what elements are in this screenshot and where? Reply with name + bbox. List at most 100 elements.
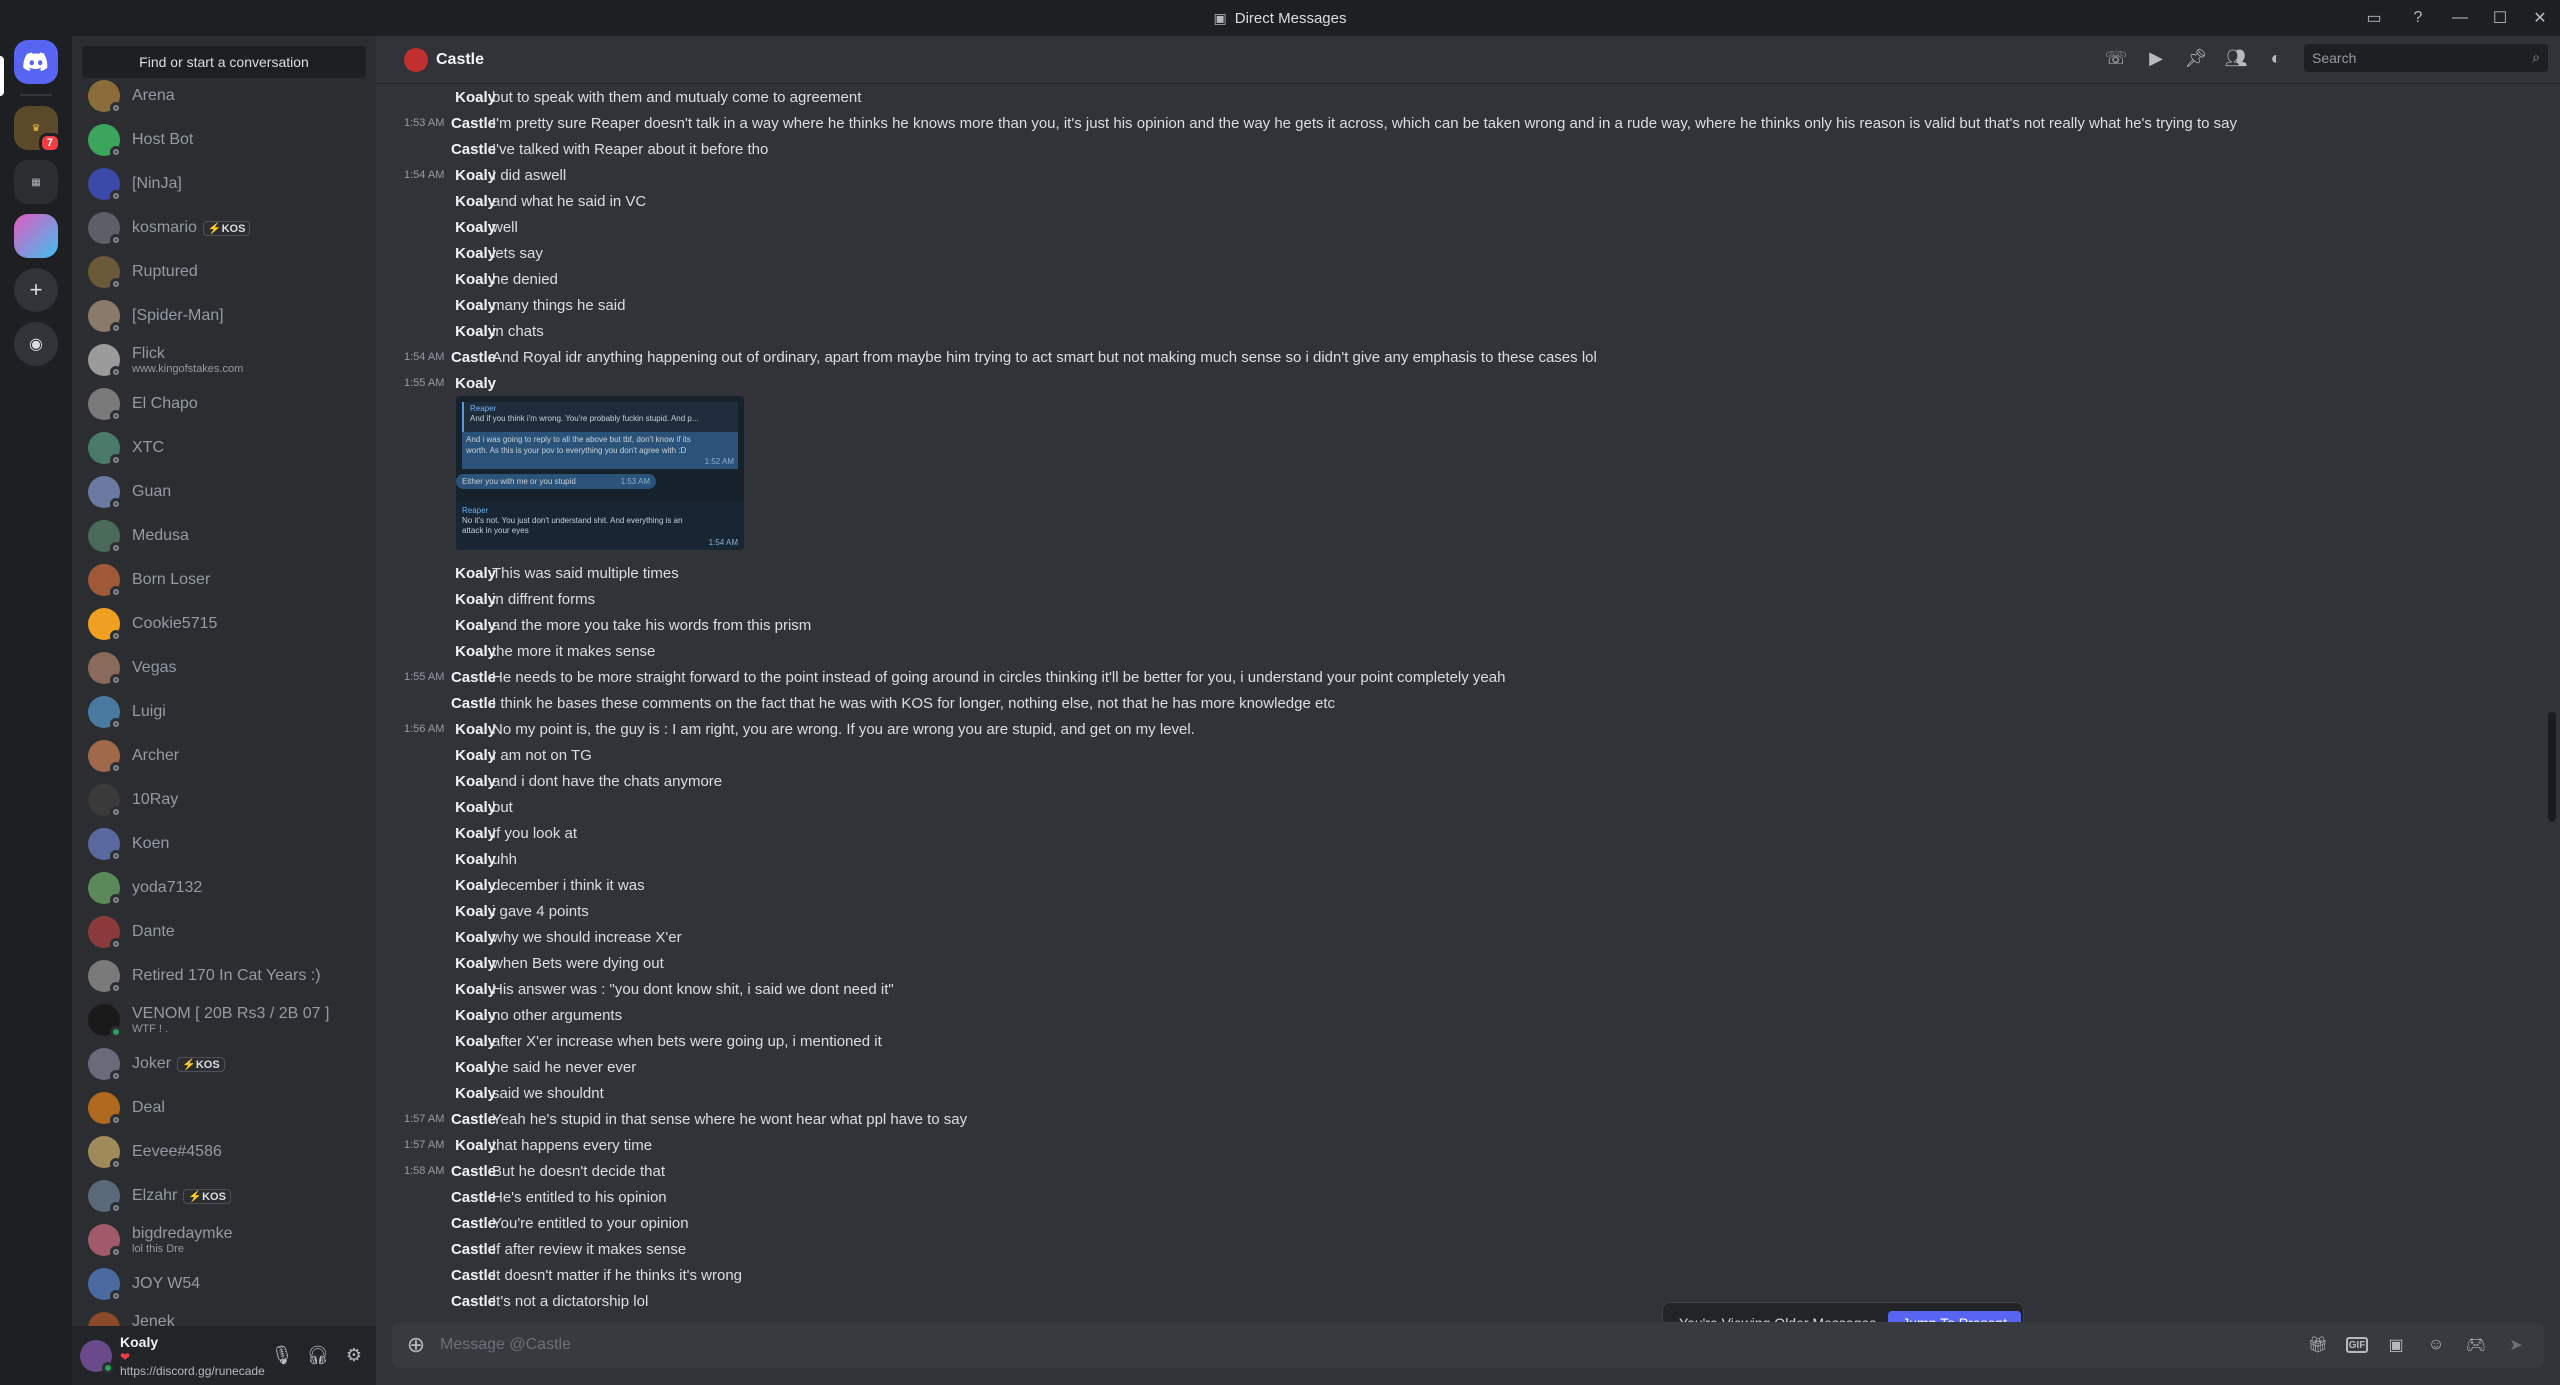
dm-item[interactable]: VENOM [ 20B Rs3 / 2B 07 ] WTF ! . [80, 998, 368, 1042]
dm-item[interactable]: JOY W54 [80, 1262, 368, 1306]
message-author[interactable]: Koaly [446, 1033, 496, 1050]
message-author[interactable]: Castle [446, 695, 496, 712]
message-author[interactable]: Koaly [446, 271, 496, 288]
pinned-messages-icon[interactable]: 📌︎ [2184, 46, 2208, 70]
dm-item[interactable]: Retired 170 In Cat Years :) [80, 954, 368, 998]
message-author[interactable]: Castle [446, 669, 496, 686]
search-input[interactable]: Search ⌕ [2304, 44, 2548, 72]
dm-item[interactable]: Joker ⚡KOS [80, 1042, 368, 1086]
message-author[interactable]: Koaly [446, 825, 496, 842]
message-author[interactable]: Koaly [446, 981, 496, 998]
add-friends-to-dm-icon[interactable]: 👥︎ [2224, 46, 2248, 70]
home-button[interactable] [14, 40, 58, 84]
dm-item[interactable]: Eevee#4586 [80, 1130, 368, 1174]
help-icon[interactable]: ? [2396, 0, 2440, 36]
message-author[interactable]: Koaly [446, 565, 496, 582]
message-author[interactable]: Koaly [446, 747, 496, 764]
apps-icon[interactable]: 🎮︎ [2464, 1333, 2488, 1357]
dm-item[interactable]: El Chapo [80, 382, 368, 426]
message-author[interactable]: Castle [446, 349, 496, 366]
message-author[interactable]: Koaly [446, 219, 496, 236]
message-author[interactable]: Koaly [446, 375, 496, 392]
server-icon-3[interactable] [14, 214, 58, 258]
message-author[interactable]: Castle [446, 1293, 496, 1310]
dm-item[interactable]: Archer [80, 734, 368, 778]
dm-item[interactable]: Born Loser [80, 558, 368, 602]
dm-item[interactable]: Dante [80, 910, 368, 954]
dm-item[interactable]: Luigi [80, 690, 368, 734]
video-call-icon[interactable]: ▶ [2144, 46, 2168, 70]
message-author[interactable]: Koaly [446, 1085, 496, 1102]
message-author[interactable]: Koaly [446, 323, 496, 340]
gift-icon[interactable]: 🎁︎ [2306, 1333, 2330, 1357]
user-avatar[interactable] [80, 1339, 114, 1374]
upload-plus-icon[interactable]: ⊕ [392, 1322, 440, 1368]
dm-item[interactable]: Guan [80, 470, 368, 514]
chat-scrollbar[interactable] [2548, 712, 2556, 822]
dm-item[interactable]: Host Bot [80, 118, 368, 162]
server-folder-icon[interactable]: ▦ [14, 160, 58, 204]
microphone-icon[interactable]: 🎙︎ [266, 1340, 298, 1372]
message-author[interactable]: Koaly [446, 89, 496, 106]
message-author[interactable]: Koaly [446, 1007, 496, 1024]
add-server-icon[interactable]: + [14, 268, 58, 312]
message-author[interactable]: Castle [446, 141, 496, 158]
message-author[interactable]: Castle [446, 1267, 496, 1284]
server-icon-1[interactable]: ♛ 7 [14, 106, 61, 153]
dm-item[interactable]: Flick www.kingofstakes.com [80, 338, 368, 382]
dm-item[interactable]: [NinJa] [80, 162, 368, 206]
emoji-icon[interactable]: ☺ [2424, 1333, 2448, 1357]
dm-item[interactable]: yoda7132 [80, 866, 368, 910]
maximize-button[interactable]: ☐ [2480, 0, 2520, 36]
message-author[interactable]: Koaly [446, 851, 496, 868]
user-info[interactable]: Koaly ❤ https://discord.gg/runecade [120, 1334, 266, 1378]
message-author[interactable]: Castle [446, 1163, 496, 1180]
headphones-icon[interactable]: 🎧︎ [302, 1340, 334, 1372]
image-attachment[interactable]: Reaper And if you think i'm wrong. You'r… [456, 396, 744, 550]
message-author[interactable]: Koaly [446, 773, 496, 790]
message-input[interactable] [440, 1336, 2306, 1354]
message-author[interactable]: Koaly [446, 929, 496, 946]
message-author[interactable]: Koaly [446, 903, 496, 920]
message-author[interactable]: Koaly [446, 297, 496, 314]
dm-item[interactable]: Deal [80, 1086, 368, 1130]
dm-item[interactable]: Cookie5715 [80, 602, 368, 646]
message-author[interactable]: Koaly [446, 617, 496, 634]
discover-icon[interactable]: ◉ [14, 322, 58, 366]
dm-item[interactable]: Koen [80, 822, 368, 866]
message-author[interactable]: Castle [446, 1241, 496, 1258]
dm-item[interactable]: Arena [80, 74, 368, 118]
message-author[interactable]: Koaly [446, 167, 496, 184]
dm-item[interactable]: [Spider-Man] [80, 294, 368, 338]
gif-icon[interactable]: GIF [2346, 1337, 2368, 1353]
message-author[interactable]: Castle [446, 1189, 496, 1206]
dm-item[interactable]: 10Ray [80, 778, 368, 822]
message-author[interactable]: Castle [446, 1215, 496, 1232]
dm-item[interactable]: Ruptured [80, 250, 368, 294]
settings-gear-icon[interactable]: ⚙ [338, 1340, 370, 1372]
message-author[interactable]: Castle [446, 1111, 496, 1128]
close-button[interactable]: ✕ [2520, 0, 2560, 36]
message-author[interactable]: Koaly [446, 193, 496, 210]
voice-call-icon[interactable]: ☏ [2104, 46, 2128, 70]
dm-item[interactable]: Vegas [80, 646, 368, 690]
message-author[interactable]: Koaly [446, 877, 496, 894]
message-author[interactable]: Koaly [446, 1137, 496, 1154]
dm-item[interactable]: XTC [80, 426, 368, 470]
message-author[interactable]: Koaly [446, 643, 496, 660]
message-author[interactable]: Koaly [446, 591, 496, 608]
message-author[interactable]: Koaly [446, 245, 496, 262]
message-author[interactable]: Castle [446, 115, 496, 132]
message-author[interactable]: Koaly [446, 955, 496, 972]
message-author[interactable]: Koaly [446, 721, 496, 738]
dm-item[interactable]: Elzahr ⚡KOS [80, 1174, 368, 1218]
message-author[interactable]: Koaly [446, 799, 496, 816]
user-profile-icon[interactable]: ◐ [2264, 46, 2288, 70]
dm-item[interactable]: Medusa [80, 514, 368, 558]
message-author[interactable]: Koaly [446, 1059, 496, 1076]
send-icon[interactable]: ➤ [2504, 1333, 2528, 1357]
sticker-icon[interactable]: ▣ [2384, 1333, 2408, 1357]
minimize-button[interactable]: — [2440, 0, 2480, 36]
inbox-icon[interactable]: ▭ [2352, 0, 2396, 36]
dm-item[interactable]: kosmario ⚡KOS [80, 206, 368, 250]
